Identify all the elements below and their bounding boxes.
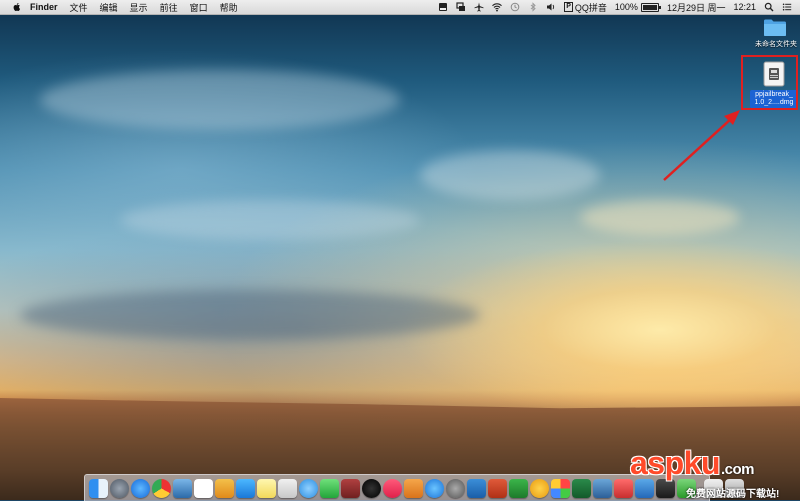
watermark-tagline: 免费网站源码下载站! <box>686 489 780 500</box>
dock-maps-icon[interactable] <box>572 478 591 498</box>
dock-notes-icon[interactable] <box>257 478 276 498</box>
watermark: aspku.com 免费网站源码下载站! <box>630 446 800 500</box>
bluetooth-icon[interactable] <box>528 2 538 12</box>
notification-center-icon[interactable] <box>782 2 792 12</box>
dock-preview-icon[interactable] <box>173 478 192 498</box>
menu-app-finder[interactable]: Finder <box>30 2 58 12</box>
dock-launchpad-icon[interactable] <box>110 478 129 498</box>
volume-icon[interactable] <box>546 2 556 12</box>
dock-photos-icon[interactable] <box>551 478 570 498</box>
folder-icon <box>764 19 786 36</box>
menu-bar: Finder 文件 编辑 显示 前往 窗口 帮助 P QQ拼音 100% 12月… <box>0 0 800 15</box>
watermark-logo: aspku.com <box>630 446 800 487</box>
screen-mirror-icon[interactable] <box>456 2 466 12</box>
watermark-logo-text: aspku <box>630 445 720 481</box>
cloud <box>40 70 400 130</box>
dock-itunes-icon[interactable] <box>383 478 402 498</box>
input-method-badge: P <box>564 2 573 12</box>
battery-percent: 100% <box>614 2 638 12</box>
dock-qq-icon[interactable] <box>362 478 381 498</box>
battery-fill <box>642 4 657 10</box>
desktop-folder[interactable]: 未命名文件夹 <box>755 18 797 49</box>
airplane-icon[interactable] <box>474 2 484 12</box>
input-method-label: QQ拼音 <box>574 2 607 13</box>
cloud <box>20 290 480 340</box>
dock-calendar-icon[interactable] <box>194 478 213 498</box>
cloud <box>580 200 740 235</box>
dock-network-icon[interactable] <box>593 478 612 498</box>
menu-date[interactable]: 12月29日 周一 <box>667 1 726 14</box>
dock-ibooks-icon[interactable] <box>404 478 423 498</box>
dock-chrome-icon[interactable] <box>152 478 171 498</box>
cloud <box>420 150 600 200</box>
menu-file[interactable]: 文件 <box>70 1 88 14</box>
watermark-logo-suffix: .com <box>720 461 755 478</box>
wifi-icon[interactable] <box>492 2 503 12</box>
time-machine-icon[interactable] <box>510 2 520 12</box>
spotlight-icon[interactable] <box>764 2 774 12</box>
dock-app-store-icon[interactable] <box>425 478 444 498</box>
dock-facetime-icon[interactable] <box>320 478 339 498</box>
dock-messages-icon[interactable] <box>299 478 318 498</box>
dock-safari-icon[interactable] <box>131 478 150 498</box>
folder-label: 未命名文件夹 <box>755 41 797 48</box>
display-icon[interactable] <box>438 2 448 12</box>
menu-clock[interactable]: 12:21 <box>733 2 756 12</box>
dock-outlook-icon[interactable] <box>530 478 549 498</box>
menu-help[interactable]: 帮助 <box>220 1 238 14</box>
menu-go[interactable]: 前往 <box>160 1 178 14</box>
apple-icon[interactable] <box>12 2 22 12</box>
dock-excel-icon[interactable] <box>509 478 528 498</box>
dock-photo-booth-icon[interactable] <box>341 478 360 498</box>
cloud <box>120 200 420 240</box>
annotation-highlight-box <box>741 55 798 110</box>
battery-menu[interactable]: 100% <box>614 2 661 12</box>
battery-icon <box>640 2 661 12</box>
menu-window[interactable]: 窗口 <box>190 1 208 14</box>
menu-edit[interactable]: 编辑 <box>100 1 118 14</box>
dock-contacts-icon[interactable] <box>278 478 297 498</box>
dock-powerpoint-icon[interactable] <box>488 478 507 498</box>
dock-folder-icon[interactable] <box>215 478 234 498</box>
dock <box>84 474 744 501</box>
dock-system-preferences-icon[interactable] <box>446 478 465 498</box>
input-method-menu[interactable]: P QQ拼音 <box>564 1 607 14</box>
dock-word-icon[interactable] <box>467 478 486 498</box>
dock-finder-icon[interactable] <box>89 478 108 498</box>
menu-view[interactable]: 显示 <box>130 1 148 14</box>
dock-teamviewer-icon[interactable] <box>236 478 255 498</box>
